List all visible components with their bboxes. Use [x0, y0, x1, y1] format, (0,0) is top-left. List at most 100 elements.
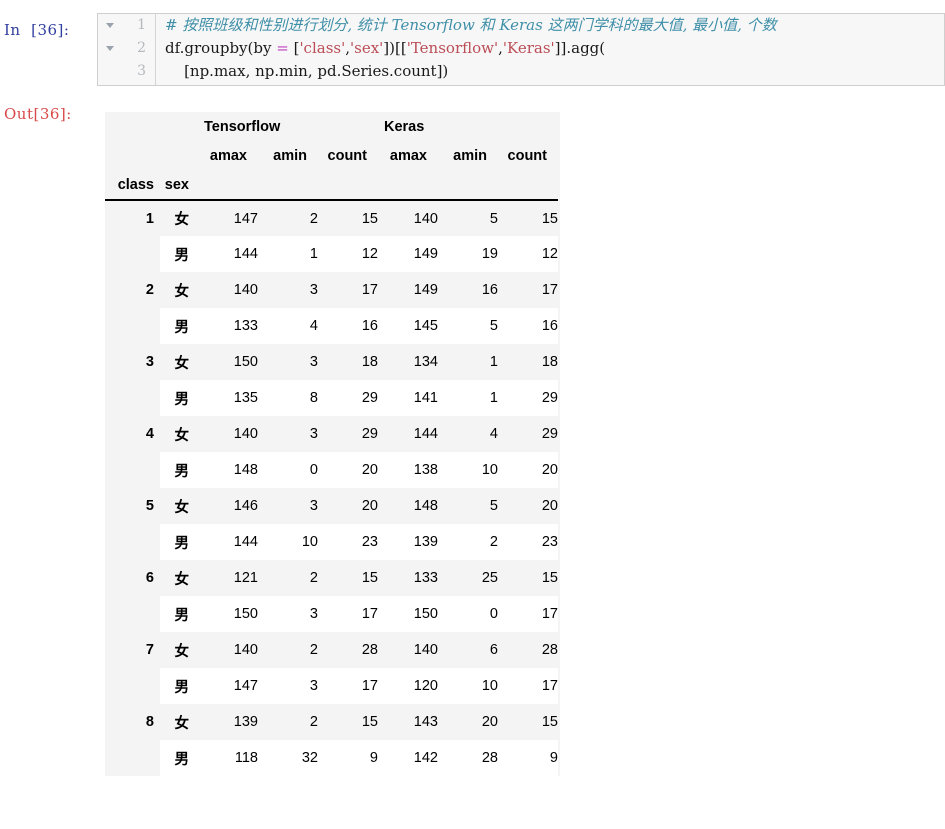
- code-token-op: =: [276, 39, 289, 57]
- code-editor[interactable]: 1 2 3 # 按照班级和性别进行划分, 统计 Tensorflow 和 Keras…: [97, 13, 945, 86]
- cell-value: 17: [498, 596, 558, 632]
- index-header-blank: [258, 170, 318, 201]
- cell-index-sex: 男: [160, 452, 198, 488]
- gutter-row: 2: [98, 37, 155, 60]
- table-row: 男 144 1 12 149 19 12: [105, 236, 558, 272]
- cell-value: 135: [198, 380, 258, 416]
- cell-value: 29: [498, 416, 558, 452]
- cell-value: 17: [498, 668, 558, 704]
- cell-value: 3: [258, 416, 318, 452]
- code-line[interactable]: df.groupby(by = ['class','sex'])[['Tenso…: [157, 37, 944, 60]
- cell-value: 29: [498, 380, 558, 416]
- code-line[interactable]: [np.max, np.min, pd.Series.count]): [157, 60, 944, 83]
- cell-value: 0: [438, 596, 498, 632]
- cell-value: 15: [498, 560, 558, 596]
- cell-value: 15: [318, 200, 378, 236]
- code-cell[interactable]: In [36]: 1 2 3 # 按照班级和性别进行划分, 统计 Tensorflo…: [0, 0, 945, 95]
- cell-value: 143: [378, 704, 438, 740]
- column-header: amin: [258, 141, 318, 170]
- dataframe-table: Tensorflow Keras amax amin count amax amin cou…: [105, 112, 558, 776]
- cell-index-class: [105, 596, 160, 632]
- code-token-plain: ]].agg(: [554, 39, 606, 57]
- cell-index-sex: 男: [160, 308, 198, 344]
- cell-index-sex: 男: [160, 668, 198, 704]
- cell-index-class: 7: [105, 632, 160, 668]
- cell-index-class: [105, 740, 160, 776]
- cell-value: 1: [438, 380, 498, 416]
- cell-value: 146: [198, 488, 258, 524]
- column-header: count: [318, 141, 378, 170]
- cell-index-sex: 男: [160, 524, 198, 560]
- table-row: 5 女 146 3 20 148 5 20: [105, 488, 558, 524]
- cell-value: 23: [318, 524, 378, 560]
- table-head: Tensorflow Keras amax amin count amax amin cou…: [105, 112, 558, 201]
- cell-value: 20: [318, 488, 378, 524]
- cell-value: 29: [318, 380, 378, 416]
- cell-value: 134: [378, 344, 438, 380]
- cell-value: 18: [498, 344, 558, 380]
- cell-value: 17: [318, 596, 378, 632]
- index-header-blank: [198, 170, 258, 201]
- cell-index-class: 2: [105, 272, 160, 308]
- cell-value: 133: [378, 560, 438, 596]
- code-line[interactable]: # 按照班级和性别进行划分, 统计 Tensorflow 和 Keras 这两门…: [157, 14, 944, 37]
- cell-value: 133: [198, 308, 258, 344]
- cell-value: 144: [198, 524, 258, 560]
- cell-value: 8: [258, 380, 318, 416]
- cell-value: 2: [258, 704, 318, 740]
- cell-value: 141: [378, 380, 438, 416]
- code-token-str: 'Keras': [502, 39, 555, 57]
- cell-value: 140: [198, 632, 258, 668]
- code-token-plain: df.groupby(by: [165, 39, 277, 57]
- cell-index-sex: 女: [160, 560, 198, 596]
- cell-value: 9: [498, 740, 558, 776]
- fold-triangle-icon[interactable]: [106, 23, 114, 28]
- code-token-comment: # 按照班级和性别进行划分, 统计 Tensorflow 和 Keras 这两门…: [165, 16, 777, 34]
- cell-index-sex: 女: [160, 416, 198, 452]
- cell-value: 140: [198, 272, 258, 308]
- cell-index-class: [105, 452, 160, 488]
- cell-index-class: 4: [105, 416, 160, 452]
- table-row: 6 女 121 2 15 133 25 15: [105, 560, 558, 596]
- table-row: 4 女 140 3 29 144 4 29: [105, 416, 558, 452]
- cell-index-class: 3: [105, 344, 160, 380]
- table-row: 1 女 147 2 15 140 5 15: [105, 200, 558, 236]
- cell-value: 121: [198, 560, 258, 596]
- column-header: amin: [438, 141, 498, 170]
- cell-value: 3: [258, 488, 318, 524]
- cell-value: 5: [438, 488, 498, 524]
- cell-value: 15: [318, 704, 378, 740]
- cell-value: 144: [378, 416, 438, 452]
- code-lines[interactable]: # 按照班级和性别进行划分, 统计 Tensorflow 和 Keras 这两门…: [157, 14, 944, 85]
- cell-index-sex: 女: [160, 272, 198, 308]
- cell-value: 3: [258, 668, 318, 704]
- sub-header-corner-blank: [105, 141, 198, 170]
- cell-value: 10: [438, 452, 498, 488]
- cell-value: 2: [258, 200, 318, 236]
- cell-value: 3: [258, 272, 318, 308]
- column-header: count: [498, 141, 558, 170]
- gutter-row: 1: [98, 14, 155, 37]
- table-row: 男 148 0 20 138 10 20: [105, 452, 558, 488]
- cell-index-class: 8: [105, 704, 160, 740]
- cell-value: 2: [438, 524, 498, 560]
- cell-value: 17: [318, 668, 378, 704]
- cell-index-sex: 女: [160, 488, 198, 524]
- code-gutter: 1 2 3: [98, 14, 156, 85]
- fold-triangle-icon[interactable]: [106, 46, 114, 51]
- code-token-str: 'class': [299, 39, 346, 57]
- cell-value: 2: [258, 632, 318, 668]
- cell-value: 15: [498, 200, 558, 236]
- cell-value: 23: [498, 524, 558, 560]
- column-group-label: Keras: [378, 112, 558, 141]
- cell-value: 20: [498, 488, 558, 524]
- code-token-str: 'sex': [350, 39, 384, 57]
- cell-value: 20: [438, 704, 498, 740]
- cell-value: 10: [258, 524, 318, 560]
- cell-value: 18: [318, 344, 378, 380]
- cell-value: 149: [378, 236, 438, 272]
- code-token-plain: ])[[: [383, 39, 407, 57]
- cell-value: 28: [318, 632, 378, 668]
- cell-value: 19: [438, 236, 498, 272]
- cell-value: 138: [378, 452, 438, 488]
